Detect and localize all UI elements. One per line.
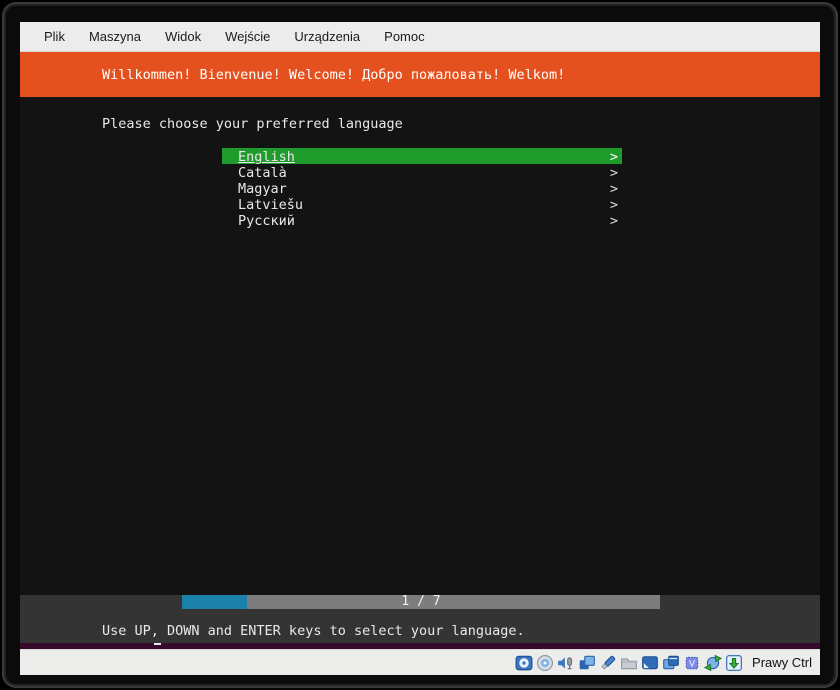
chevron-right-icon: > <box>609 181 618 197</box>
menubar: Plik Maszyna Widok Wejście Urządzenia Po… <box>20 22 820 52</box>
vm-window-frame: Plik Maszyna Widok Wejście Urządzenia Po… <box>2 2 838 688</box>
terminal-cursor <box>154 643 161 645</box>
progress-step-label: 1 / 7 <box>401 594 441 609</box>
menu-machine[interactable]: Maszyna <box>79 25 151 48</box>
welcome-banner-text: Willkommen! Bienvenue! Welcome! Добро по… <box>102 66 566 83</box>
network-icon[interactable] <box>578 654 596 672</box>
vm-display: Willkommen! Bienvenue! Welcome! Добро по… <box>20 52 820 649</box>
video-capture-icon[interactable] <box>662 654 680 672</box>
language-option-label: Русский <box>238 213 295 229</box>
language-option-label: Magyar <box>238 181 287 197</box>
usb-icon[interactable] <box>599 654 617 672</box>
shared-folders-icon[interactable] <box>620 654 638 672</box>
features-icon[interactable]: V <box>683 654 701 672</box>
svg-text:V: V <box>689 658 695 668</box>
audio-icon[interactable] <box>557 654 575 672</box>
statusbar: V Prawy Ctrl <box>20 649 820 675</box>
language-option-magyar[interactable]: Magyar > <box>222 180 622 197</box>
chevron-right-icon: > <box>609 165 618 181</box>
hard-disks-icon[interactable] <box>515 654 533 672</box>
language-option-catala[interactable]: Català > <box>222 164 622 181</box>
installer-footer: 1 / 7 Use UP, DOWN and ENTER keys to sel… <box>20 595 820 643</box>
mouse-integration-icon[interactable] <box>704 654 723 672</box>
menu-help[interactable]: Pomoc <box>374 25 434 48</box>
keyboard-hint: Use UP, DOWN and ENTER keys to select yo… <box>102 623 525 639</box>
chevron-right-icon: > <box>609 149 618 165</box>
chevron-right-icon: > <box>609 197 618 213</box>
language-option-label: English <box>238 149 295 165</box>
language-option-label: Latviešu <box>238 197 304 213</box>
welcome-banner: Willkommen! Bienvenue! Welcome! Добро по… <box>20 52 820 97</box>
host-key-label: Prawy Ctrl <box>752 655 812 670</box>
menu-view[interactable]: Widok <box>155 25 211 48</box>
language-option-label: Català <box>238 165 287 181</box>
language-prompt: Please choose your preferred language <box>102 116 403 132</box>
language-option-latviesu[interactable]: Latviešu > <box>222 196 622 213</box>
menu-input[interactable]: Wejście <box>215 25 280 48</box>
progress-bar: 1 / 7 <box>182 595 660 609</box>
language-option-russian[interactable]: Русский > <box>222 212 622 229</box>
keyboard-capture-icon[interactable] <box>725 654 743 672</box>
menu-file[interactable]: Plik <box>34 25 75 48</box>
language-option-english[interactable]: English > <box>222 148 622 165</box>
chevron-right-icon: > <box>609 213 618 229</box>
display-icon[interactable] <box>641 654 659 672</box>
menu-devices[interactable]: Urządzenia <box>284 25 370 48</box>
optical-disc-icon[interactable] <box>536 654 554 672</box>
